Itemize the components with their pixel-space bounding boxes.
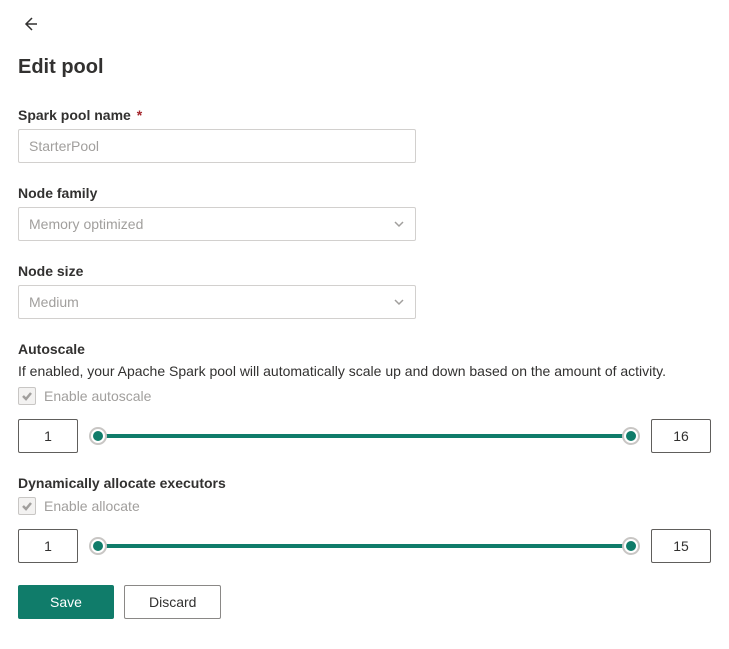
- pool-name-input[interactable]: StarterPool: [18, 129, 416, 163]
- autoscale-checkbox-row: Enable autoscale: [18, 387, 711, 405]
- discard-button[interactable]: Discard: [124, 585, 221, 619]
- page-title: Edit pool: [18, 56, 711, 79]
- pool-name-label: Spark pool name *: [18, 107, 711, 123]
- autoscale-slider-thumb-max[interactable]: [622, 427, 640, 445]
- action-buttons: Save Discard: [18, 585, 711, 619]
- slider-track: [98, 544, 631, 548]
- executors-checkbox-row: Enable allocate: [18, 497, 711, 515]
- field-node-size: Node size Medium: [18, 263, 711, 319]
- required-asterisk: *: [137, 107, 142, 123]
- autoscale-description: If enabled, your Apache Spark pool will …: [18, 363, 711, 379]
- node-size-label: Node size: [18, 263, 711, 279]
- autoscale-slider-row: 1 16: [18, 419, 711, 453]
- check-icon: [21, 390, 33, 402]
- executors-checkbox-label: Enable allocate: [44, 498, 140, 514]
- autoscale-max-input[interactable]: 16: [651, 419, 711, 453]
- save-button[interactable]: Save: [18, 585, 114, 619]
- field-node-family: Node family Memory optimized: [18, 185, 711, 241]
- autoscale-min-input[interactable]: 1: [18, 419, 78, 453]
- back-button[interactable]: [18, 12, 42, 36]
- autoscale-checkbox-label: Enable autoscale: [44, 388, 151, 404]
- executors-slider-thumb-min[interactable]: [89, 537, 107, 555]
- executors-checkbox[interactable]: [18, 497, 36, 515]
- executors-slider[interactable]: [92, 536, 637, 556]
- executors-max-input[interactable]: 15: [651, 529, 711, 563]
- field-autoscale: Autoscale If enabled, your Apache Spark …: [18, 341, 711, 453]
- executors-min-input[interactable]: 1: [18, 529, 78, 563]
- autoscale-slider[interactable]: [92, 426, 637, 446]
- chevron-down-icon: [393, 218, 405, 230]
- autoscale-label: Autoscale: [18, 341, 711, 357]
- autoscale-checkbox[interactable]: [18, 387, 36, 405]
- slider-track: [98, 434, 631, 438]
- check-icon: [21, 500, 33, 512]
- executors-label: Dynamically allocate executors: [18, 475, 711, 491]
- autoscale-slider-thumb-min[interactable]: [89, 427, 107, 445]
- node-family-label: Node family: [18, 185, 711, 201]
- executors-slider-row: 1 15: [18, 529, 711, 563]
- executors-slider-thumb-max[interactable]: [622, 537, 640, 555]
- node-family-select[interactable]: Memory optimized: [18, 207, 416, 241]
- arrow-left-icon: [22, 16, 38, 32]
- field-executors: Dynamically allocate executors Enable al…: [18, 475, 711, 563]
- chevron-down-icon: [393, 296, 405, 308]
- node-size-select[interactable]: Medium: [18, 285, 416, 319]
- field-pool-name: Spark pool name * StarterPool: [18, 107, 711, 163]
